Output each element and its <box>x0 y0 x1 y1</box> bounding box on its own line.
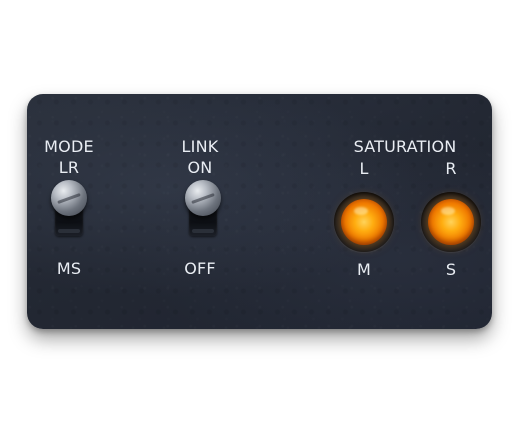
mode-ms-label: MS <box>56 259 82 278</box>
saturation-l-label: L <box>359 159 369 178</box>
saturation-m-label: M <box>356 260 371 279</box>
saturation-left-led-lens <box>341 199 387 245</box>
link-toggle-switch[interactable] <box>183 180 223 236</box>
link-off-label: OFF <box>184 259 216 278</box>
saturation-r-label: R <box>445 159 457 178</box>
saturation-right-led-lens <box>428 199 474 245</box>
link-toggle-cap <box>185 180 221 216</box>
mode-title: MODE <box>44 137 94 156</box>
saturation-left-led[interactable] <box>334 192 394 252</box>
saturation-title: SATURATION <box>353 137 457 156</box>
mode-toggle-switch[interactable] <box>49 180 89 236</box>
control-panel: MODE LR MS LINK ON OFF SATURATION L R M … <box>27 94 492 329</box>
mode-toggle-cap <box>51 180 87 216</box>
link-on-label: ON <box>187 158 213 177</box>
saturation-right-led[interactable] <box>421 192 481 252</box>
saturation-s-label: S <box>445 260 457 279</box>
mode-lr-label: LR <box>58 158 80 177</box>
link-title: LINK <box>181 137 219 156</box>
